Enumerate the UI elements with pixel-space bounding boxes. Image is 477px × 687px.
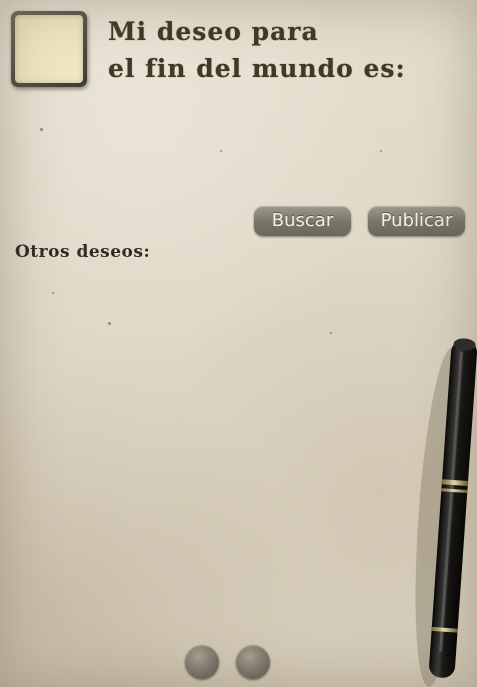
- page-indicator-2[interactable]: [236, 645, 270, 679]
- page-title: Mi deseo para el fin del mundo es:: [108, 13, 468, 87]
- title-line-1: Mi deseo para: [108, 17, 319, 46]
- other-wishes-label: Otros deseos:: [15, 242, 151, 262]
- search-button[interactable]: Buscar: [254, 206, 351, 236]
- page-indicator-1[interactable]: [185, 645, 219, 679]
- title-line-2: el fin del mundo es:: [108, 54, 406, 83]
- wish-image-placeholder: [15, 15, 83, 83]
- paper-speck: [380, 150, 382, 152]
- paper-speck: [220, 150, 222, 152]
- other-wishes-list[interactable]: [15, 272, 435, 632]
- paper-speck: [40, 128, 43, 131]
- publish-button[interactable]: Publicar: [368, 206, 465, 236]
- wish-image-box[interactable]: [11, 11, 87, 87]
